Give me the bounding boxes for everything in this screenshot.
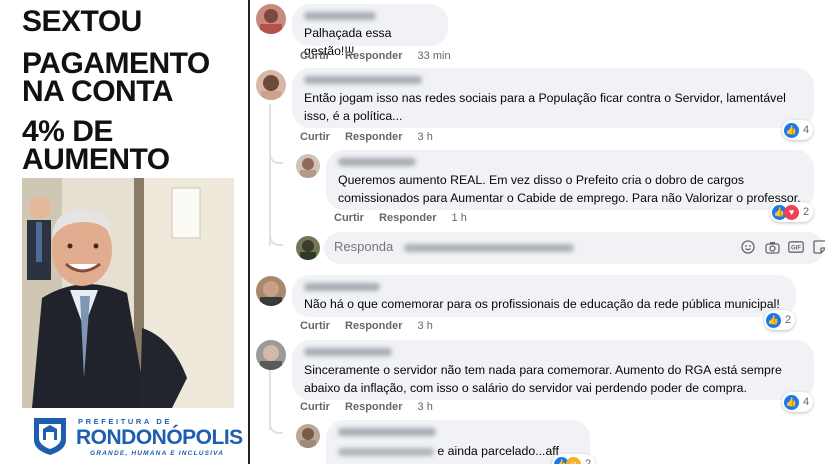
commenter-name-redacted[interactable] bbox=[338, 158, 416, 166]
comment-time[interactable]: 1 h bbox=[452, 212, 467, 224]
headline-line-4: 4% DE bbox=[22, 115, 113, 148]
reaction-count: 2 bbox=[803, 206, 810, 218]
like-reaction-icon: 👍 bbox=[784, 122, 799, 138]
thread-connector bbox=[269, 150, 283, 164]
reply-input[interactable] bbox=[334, 239, 394, 254]
avatar[interactable] bbox=[256, 70, 286, 100]
comment-actions: Curtir Responder 3 h bbox=[300, 320, 445, 332]
love-reaction-icon: ♥ bbox=[784, 204, 799, 220]
reaction-summary[interactable]: 👍 ☺ 2 bbox=[552, 454, 596, 464]
logo-city-name: RONDONÓPOLIS bbox=[76, 426, 243, 449]
emoji-icon[interactable] bbox=[740, 239, 756, 255]
svg-text:GIF: GIF bbox=[791, 246, 801, 252]
camera-icon[interactable] bbox=[764, 239, 780, 255]
comment-actions: Curtir Responder 1 h bbox=[334, 212, 479, 224]
commenter-name-redacted[interactable] bbox=[338, 428, 436, 436]
avatar[interactable] bbox=[296, 154, 320, 178]
logo-prefeitura-text: PREFEITURA DE bbox=[78, 417, 172, 426]
thread-connector bbox=[269, 232, 283, 246]
comment-text-visible: e ainda parcelado...aff bbox=[437, 444, 559, 458]
avatar[interactable] bbox=[296, 424, 320, 448]
comment-bubble: Palhaçada essa gestão!!!! bbox=[292, 4, 448, 58]
like-link[interactable]: Curtir bbox=[300, 50, 330, 62]
current-user-avatar[interactable] bbox=[296, 236, 320, 260]
reply-bubble: Queremos aumento REAL. Em vez disso o Pr… bbox=[326, 150, 814, 210]
reaction-summary[interactable]: 👍 ♥ 2 bbox=[770, 202, 814, 222]
comment-text: Não há o que comemorar para os profissio… bbox=[304, 297, 780, 311]
comment-text: Queremos aumento REAL. Em vez disso o Pr… bbox=[338, 173, 801, 205]
reply-link[interactable]: Responder bbox=[379, 212, 436, 224]
redacted-text bbox=[338, 447, 434, 456]
reaction-count: 2 bbox=[585, 458, 592, 464]
comment-text: Sinceramente o servidor não tem nada par… bbox=[304, 363, 782, 395]
reply-link[interactable]: Responder bbox=[345, 131, 402, 143]
gif-icon[interactable]: GIF bbox=[788, 239, 804, 255]
comment-bubble: Não há o que comemorar para os profissio… bbox=[292, 275, 796, 317]
avatar[interactable] bbox=[256, 340, 286, 370]
reaction-count: 2 bbox=[785, 314, 792, 326]
thread-line bbox=[269, 104, 271, 246]
commenter-name-redacted[interactable] bbox=[304, 76, 422, 84]
city-emblem-icon bbox=[34, 418, 66, 455]
comments-section: Palhaçada essa gestão!!!! Curtir Respond… bbox=[252, 0, 825, 464]
reply-input-box[interactable]: GIF bbox=[324, 232, 825, 264]
headline-line-5: AUMENTO bbox=[22, 143, 170, 176]
comment-time[interactable]: 3 h bbox=[418, 401, 433, 413]
mayor-photo bbox=[22, 178, 234, 408]
comment-time[interactable]: 33 min bbox=[418, 50, 451, 62]
post-image[interactable]: SEXTOU PAGAMENTO NA CONTA 4% DE AUMENTO bbox=[0, 0, 250, 464]
comment-bubble: Sinceramente o servidor não tem nada par… bbox=[292, 340, 814, 400]
reaction-summary[interactable]: 👍 4 bbox=[782, 392, 814, 412]
reply-bubble: e ainda parcelado...aff bbox=[326, 420, 590, 464]
avatar[interactable] bbox=[256, 4, 286, 34]
reply-link[interactable]: Responder bbox=[345, 320, 402, 332]
comment-time[interactable]: 3 h bbox=[418, 131, 433, 143]
comment-actions: Curtir Responder 3 h bbox=[300, 401, 445, 413]
headline-line-3: NA CONTA bbox=[22, 75, 173, 108]
commenter-name-redacted[interactable] bbox=[304, 12, 376, 20]
comment-bubble: Então jogam isso nas redes sociais para … bbox=[292, 68, 814, 128]
reaction-count: 4 bbox=[803, 396, 810, 408]
reaction-summary[interactable]: 👍 2 bbox=[764, 310, 796, 330]
comment-text: Então jogam isso nas redes sociais para … bbox=[304, 91, 786, 123]
reply-link[interactable]: Responder bbox=[345, 50, 402, 62]
commenter-name-redacted[interactable] bbox=[304, 348, 392, 356]
like-link[interactable]: Curtir bbox=[300, 131, 330, 143]
thread-connector bbox=[269, 420, 283, 434]
headline-line-1: SEXTOU bbox=[22, 5, 142, 38]
reaction-summary[interactable]: 👍 4 bbox=[782, 120, 814, 140]
prefeitura-logo: PREFEITURA DE RONDONÓPOLIS GRANDE, HUMAN… bbox=[32, 416, 243, 462]
reply-target-name-redacted bbox=[404, 244, 574, 252]
reaction-count: 4 bbox=[803, 124, 810, 136]
comment-actions: Curtir Responder 33 min bbox=[300, 50, 463, 62]
comment-time[interactable]: 3 h bbox=[418, 320, 433, 332]
comment-text: e ainda parcelado...aff bbox=[338, 442, 578, 460]
like-reaction-icon: 👍 bbox=[766, 312, 781, 328]
reply-link[interactable]: Responder bbox=[345, 401, 402, 413]
haha-reaction-icon: ☺ bbox=[566, 456, 581, 464]
like-link[interactable]: Curtir bbox=[334, 212, 364, 224]
like-link[interactable]: Curtir bbox=[300, 320, 330, 332]
comment-actions: Curtir Responder 3 h bbox=[300, 131, 445, 143]
sticker-icon[interactable] bbox=[812, 239, 825, 255]
logo-tagline: GRANDE, HUMANA E INCLUSIVA bbox=[90, 450, 225, 457]
like-link[interactable]: Curtir bbox=[300, 401, 330, 413]
headline-line-2: PAGAMENTO bbox=[22, 47, 210, 80]
like-reaction-icon: 👍 bbox=[784, 394, 799, 410]
commenter-name-redacted[interactable] bbox=[304, 283, 380, 291]
avatar[interactable] bbox=[256, 276, 286, 306]
